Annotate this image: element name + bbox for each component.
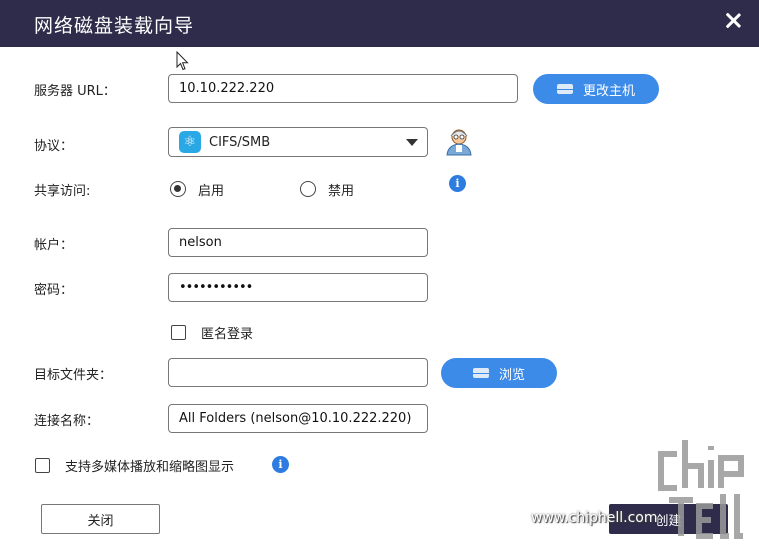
- protocol-label: 协议：: [34, 139, 74, 154]
- info-icon[interactable]: i: [449, 175, 466, 192]
- account-label: 帐户：: [34, 238, 74, 253]
- multimedia-label: 支持多媒体播放和缩略图显示: [65, 460, 235, 475]
- protocol-select[interactable]: ⚛ CIFS/SMB: [168, 127, 428, 157]
- connection-name-label: 连接名称：: [34, 414, 100, 429]
- window-title: 网络磁盘装载向导: [34, 15, 195, 37]
- watermark-logo: [658, 440, 744, 539]
- dropdown-arrow-icon: [406, 139, 418, 146]
- close-icon[interactable]: [723, 10, 743, 30]
- close-button[interactable]: 关闭: [41, 504, 160, 534]
- multimedia-info-icon[interactable]: i: [272, 456, 289, 473]
- watermark-text: www.chiphell.com: [531, 510, 658, 526]
- server-url-input[interactable]: 10.10.222.220: [168, 74, 518, 103]
- host-icon: [556, 84, 573, 94]
- smb-icon: ⚛: [179, 131, 201, 153]
- password-label: 密码：: [34, 283, 74, 298]
- folder-icon: [472, 368, 489, 378]
- enable-radio[interactable]: [170, 181, 186, 197]
- anonymous-label: 匿名登录: [201, 327, 254, 342]
- server-url-label: 服务器 URL：: [34, 84, 116, 99]
- mouse-cursor-icon: [176, 51, 189, 71]
- wizard-icon[interactable]: [444, 126, 474, 156]
- target-folder-label: 目标文件夹：: [34, 368, 113, 383]
- browse-label: 浏览: [498, 367, 525, 383]
- disable-radio[interactable]: [300, 181, 316, 197]
- browse-button[interactable]: 浏览: [441, 358, 557, 388]
- title-bar: 网络磁盘装载向导: [0, 0, 759, 47]
- change-host-label: 更改主机: [582, 83, 635, 99]
- password-input[interactable]: •••••••••••: [168, 273, 428, 302]
- disable-label: 禁用: [328, 184, 355, 199]
- protocol-value: CIFS/SMB: [209, 134, 271, 150]
- target-folder-input[interactable]: [168, 358, 428, 387]
- multimedia-checkbox[interactable]: [35, 458, 50, 473]
- connection-name-input[interactable]: All Folders (nelson@10.10.222.220): [168, 404, 428, 433]
- account-input[interactable]: nelson: [168, 228, 428, 257]
- anonymous-checkbox[interactable]: [171, 325, 186, 340]
- enable-label: 启用: [198, 184, 225, 199]
- share-access-label: 共享访问:: [34, 184, 91, 199]
- change-host-button[interactable]: 更改主机: [533, 74, 659, 104]
